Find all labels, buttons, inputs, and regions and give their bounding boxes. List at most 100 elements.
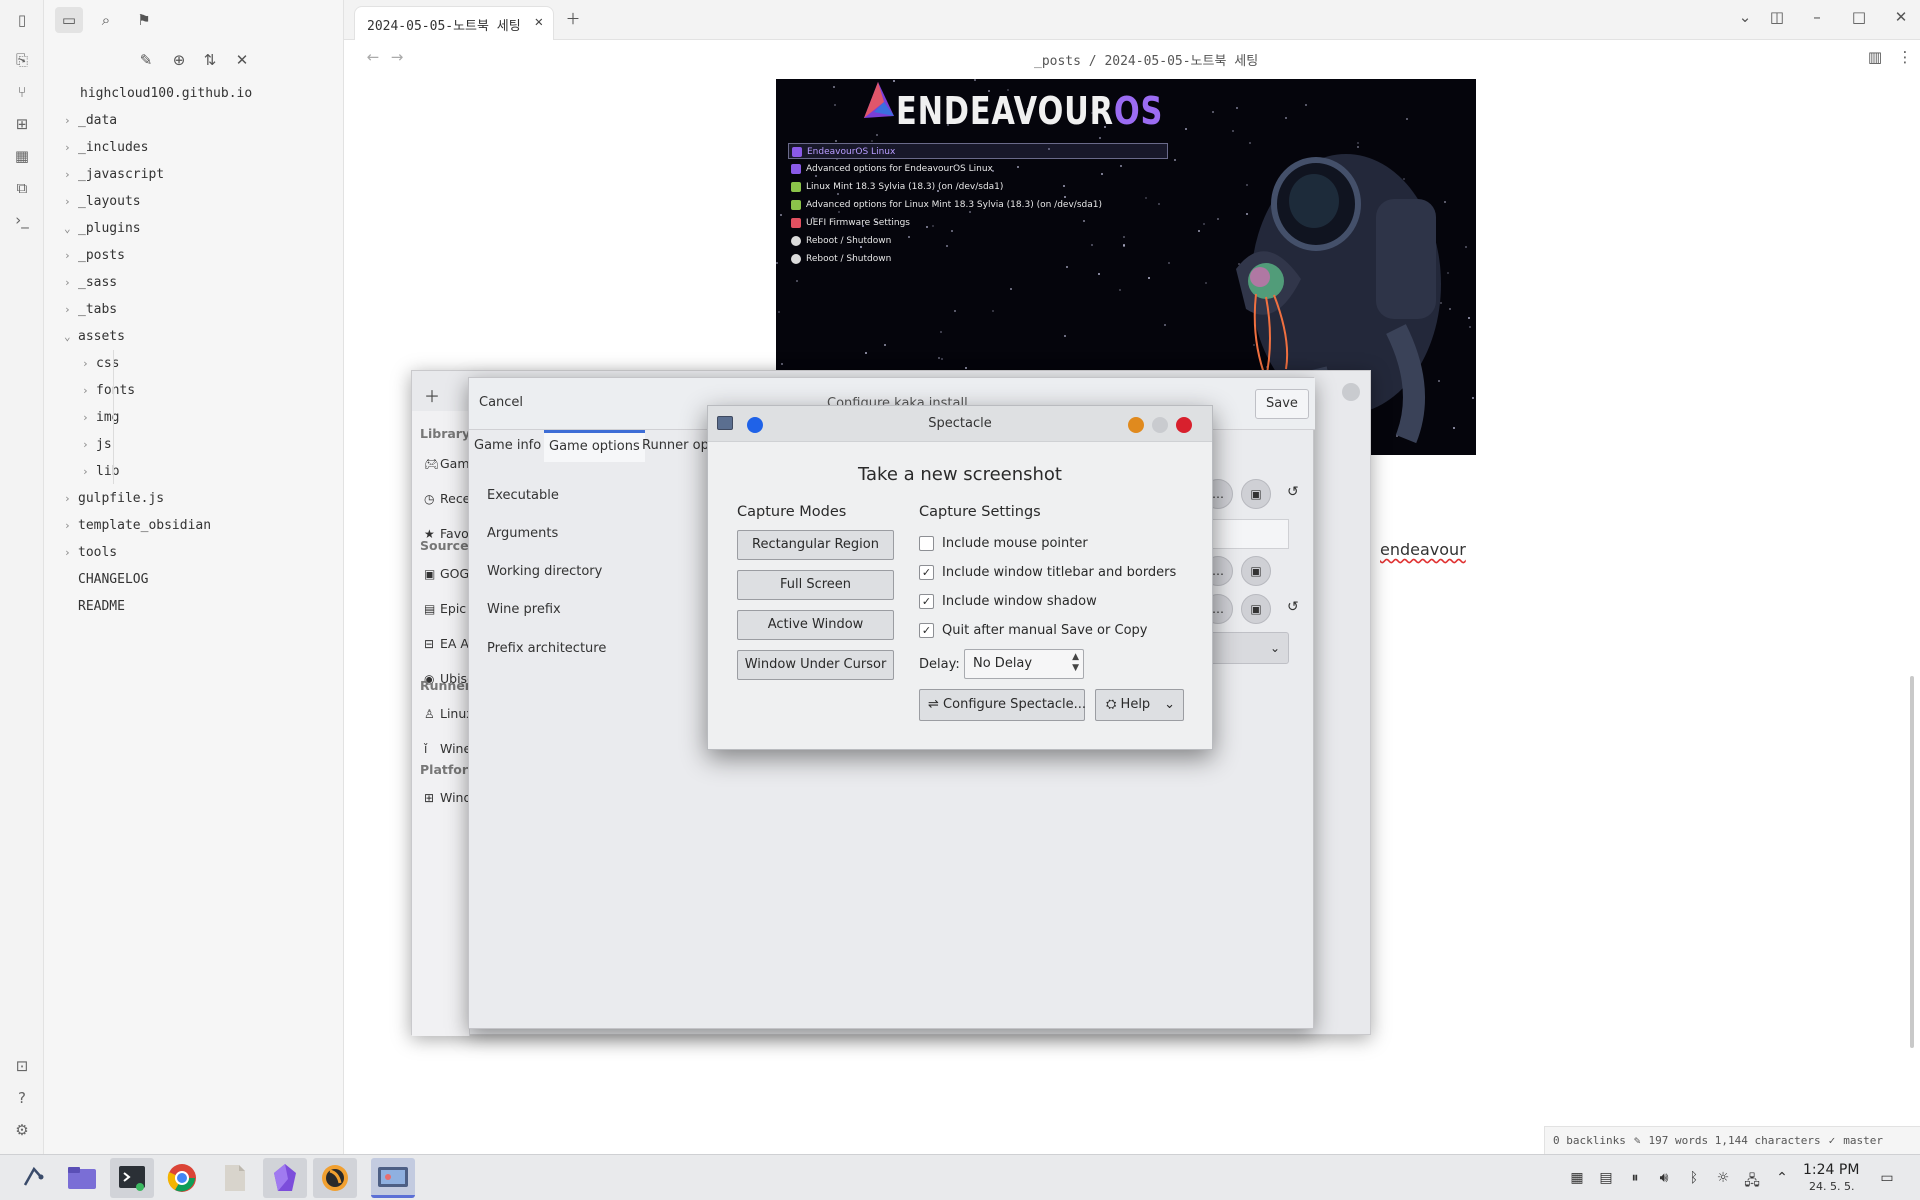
- tree-folder[interactable]: › gulpfile.js: [64, 488, 164, 510]
- lutris-sidebar-item[interactable]: ⊟ EA App: [424, 636, 469, 651]
- tree-folder[interactable]: › _javascript: [64, 164, 164, 186]
- network-icon[interactable]: 🖧︎: [1743, 1170, 1761, 1194]
- arguments-field[interactable]: [1209, 519, 1289, 549]
- chrome-icon[interactable]: [160, 1158, 204, 1198]
- canvas-icon[interactable]: ⊞: [12, 114, 32, 134]
- browse-folder-icon[interactable]: ▣: [1241, 479, 1271, 509]
- boot-entry[interactable]: Advanced options for EndeavourOS Linux: [788, 161, 1168, 177]
- forward-arrow-icon[interactable]: →: [386, 48, 408, 66]
- media-pause-icon[interactable]: ⏸: [1626, 1170, 1644, 1186]
- clipboard-icon[interactable]: ▤: [1597, 1170, 1615, 1186]
- configure-tab[interactable]: Game info: [469, 430, 546, 462]
- tree-folder[interactable]: › _layouts: [64, 191, 141, 213]
- tree-folder[interactable]: › _includes: [64, 137, 148, 159]
- templates-icon[interactable]: ⧉: [12, 178, 32, 198]
- tree-file[interactable]: README: [64, 596, 125, 618]
- capture-mode-button[interactable]: Rectangular Region: [737, 530, 894, 560]
- breadcrumb-folder[interactable]: _posts: [1034, 54, 1081, 69]
- tree-folder[interactable]: › tools: [64, 542, 117, 564]
- help-icon[interactable]: ?: [12, 1088, 32, 1108]
- spectacle-icon[interactable]: [371, 1158, 415, 1198]
- new-tab-icon[interactable]: ＋: [562, 8, 584, 29]
- checkbox-unchecked-icon[interactable]: [919, 536, 934, 551]
- collapse-all-icon[interactable]: ✕: [228, 47, 256, 73]
- tree-folder[interactable]: ⌄ _plugins: [64, 218, 141, 240]
- toggle-sidebar-icon[interactable]: ▯: [12, 10, 32, 30]
- clock-date[interactable]: 24. 5. 5.: [1809, 1180, 1854, 1193]
- add-game-icon[interactable]: ＋: [424, 383, 440, 407]
- new-folder-icon[interactable]: ⊕: [165, 47, 193, 73]
- tree-folder[interactable]: › js: [82, 434, 112, 456]
- graph-view-icon[interactable]: ⑂: [12, 82, 32, 102]
- folder-icon[interactable]: [60, 1158, 104, 1198]
- lutris-icon[interactable]: [313, 1158, 357, 1198]
- lutris-close-dot-icon[interactable]: [1342, 383, 1360, 401]
- tree-folder[interactable]: › _posts: [64, 245, 125, 267]
- lutris-sidebar-item[interactable]: ▤ Epic: [424, 601, 466, 616]
- editor-scrollbar[interactable]: [1910, 676, 1914, 1048]
- minimize-dot-icon[interactable]: [1128, 417, 1144, 433]
- capture-mode-button[interactable]: Active Window: [737, 610, 894, 640]
- file-icon[interactable]: [213, 1158, 257, 1198]
- spin-arrows-icon[interactable]: ▲ ▼: [1072, 652, 1079, 674]
- tree-file[interactable]: CHANGELOG: [64, 569, 148, 591]
- obsidian-icon[interactable]: [263, 1158, 307, 1198]
- close-dot-icon[interactable]: [1176, 417, 1192, 433]
- lutris-sidebar-item[interactable]: ♙ Linux: [424, 706, 469, 721]
- bookmarks-tab-icon[interactable]: ⚑: [130, 7, 158, 33]
- back-arrow-icon[interactable]: ←: [362, 48, 384, 66]
- tab-note[interactable]: 2024-05-05-노트북 세팅 ✕: [354, 6, 554, 40]
- tree-folder[interactable]: › _sass: [64, 272, 117, 294]
- maximize-icon[interactable]: □: [1848, 8, 1870, 26]
- boot-entry[interactable]: EndeavourOS Linux: [788, 143, 1168, 159]
- save-button[interactable]: Save: [1255, 389, 1309, 419]
- tree-folder[interactable]: › _tabs: [64, 299, 117, 321]
- lutris-sidebar-item[interactable]: ǐ Wine: [424, 741, 469, 756]
- capture-mode-button[interactable]: Window Under Cursor: [737, 650, 894, 680]
- architecture-dropdown[interactable]: ⌄: [1209, 632, 1289, 664]
- command-palette-icon[interactable]: ›_: [12, 210, 32, 230]
- checkbox-checked-icon[interactable]: ✓: [919, 623, 934, 638]
- checkbox-checked-icon[interactable]: ✓: [919, 594, 934, 609]
- tree-folder[interactable]: › _data: [64, 110, 117, 132]
- boot-entry[interactable]: Reboot / Shutdown: [788, 233, 1168, 249]
- boot-entry[interactable]: Advanced options for Linux Mint 18.3 Syl…: [788, 197, 1168, 213]
- open-quick-switcher-icon[interactable]: ⎘: [12, 50, 32, 70]
- expand-tray-icon[interactable]: ⌃: [1773, 1170, 1791, 1186]
- configure-tab[interactable]: Game options: [544, 430, 645, 462]
- minimize-icon[interactable]: –: [1806, 8, 1828, 26]
- configure-spectacle-button[interactable]: ⇌ Configure Spectacle...: [919, 689, 1086, 721]
- brightness-icon[interactable]: ☼: [1714, 1170, 1732, 1186]
- settings-gear-icon[interactable]: ⚙: [12, 1120, 32, 1140]
- reset-icon-2[interactable]: ↺: [1287, 599, 1299, 615]
- keyboard-layout-icon[interactable]: ▦: [1568, 1170, 1586, 1186]
- reading-view-icon[interactable]: ▥: [1864, 48, 1886, 66]
- reset-icon[interactable]: ↺: [1287, 484, 1299, 500]
- checkbox-checked-icon[interactable]: ✓: [919, 565, 934, 580]
- cancel-button[interactable]: Cancel: [469, 389, 533, 419]
- files-tab-icon[interactable]: ▭: [55, 7, 83, 33]
- search-tab-icon[interactable]: ⌕: [92, 7, 120, 33]
- bluetooth-icon[interactable]: ᛒ: [1685, 1170, 1703, 1186]
- lutris-sidebar-item[interactable]: ◷ Recent: [424, 491, 469, 506]
- close-tab-icon[interactable]: ✕: [535, 14, 543, 30]
- boot-entry[interactable]: Linux Mint 18.3 Sylvia (18.3) (on /dev/s…: [788, 179, 1168, 195]
- maximize-dot-icon[interactable]: [1152, 417, 1168, 433]
- vault-root[interactable]: highcloud100.github.io: [80, 83, 252, 105]
- more-options-icon[interactable]: ⋮: [1894, 48, 1916, 66]
- lutris-sidebar-item[interactable]: 🎮︎Games: [424, 456, 469, 471]
- boot-entry[interactable]: Reboot / Shutdown: [788, 251, 1168, 267]
- clock-time[interactable]: 1:24 PM: [1803, 1162, 1859, 1178]
- breadcrumb-file[interactable]: 2024-05-05-노트북 세팅: [1104, 54, 1258, 69]
- vault-switcher-icon[interactable]: ⊡: [12, 1056, 32, 1076]
- git-branch[interactable]: master: [1843, 1134, 1883, 1147]
- toggle-right-sidebar-icon[interactable]: ◫: [1766, 8, 1788, 26]
- browse-folder-icon-3[interactable]: ▣: [1241, 594, 1271, 624]
- editor-text-word[interactable]: endeavour: [1380, 540, 1466, 559]
- tree-folder[interactable]: ⌄ assets: [64, 326, 125, 348]
- sort-icon[interactable]: ⇅: [196, 47, 224, 73]
- new-note-icon[interactable]: ✎: [132, 47, 160, 73]
- backlinks-count[interactable]: 0 backlinks: [1553, 1134, 1626, 1147]
- tree-folder[interactable]: › fonts: [82, 380, 135, 402]
- delay-spinbox[interactable]: No Delay ▲ ▼: [964, 649, 1084, 679]
